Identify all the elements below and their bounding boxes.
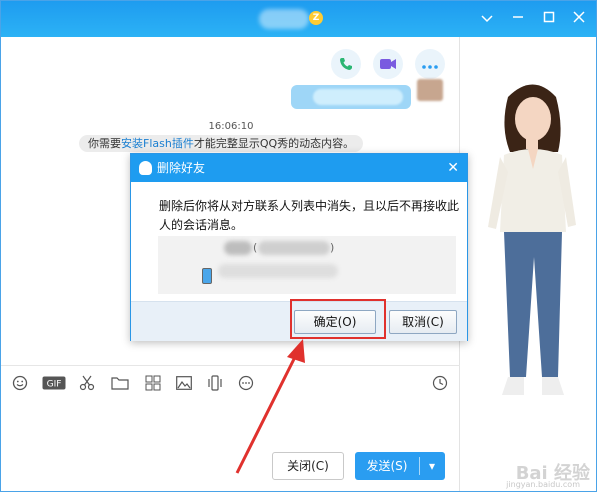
send-label[interactable]: 发送(S) — [355, 452, 419, 480]
shake-window-icon[interactable] — [204, 372, 226, 394]
friend-signature-blurred — [218, 264, 338, 278]
maximize-icon[interactable] — [539, 9, 559, 29]
avatar[interactable] — [417, 79, 443, 101]
paren-open: ( — [253, 241, 258, 254]
vip-badge-icon: Z — [309, 11, 323, 25]
notice-suffix: 才能完整显示QQ秀的动态内容。 — [193, 137, 355, 150]
message-timestamp: 16:06:10 — [208, 121, 254, 132]
dialog-close-icon[interactable]: ✕ — [447, 154, 459, 182]
friend-nickname-blurred — [224, 241, 252, 255]
flash-notice: 你需要安装Flash插件才能完整显示QQ秀的动态内容。 — [79, 135, 364, 152]
qq-show-avatar-figure — [488, 84, 576, 395]
font-style-icon[interactable] — [142, 372, 164, 394]
qq-penguin-icon — [139, 161, 152, 175]
gif-icon[interactable]: GIF — [41, 372, 67, 394]
minimize-icon[interactable] — [508, 9, 528, 29]
more-options-icon[interactable] — [415, 49, 445, 79]
friend-card: ( ) — [158, 236, 456, 294]
paren-close: ) — [330, 241, 335, 254]
annotation-arrow — [235, 339, 305, 474]
sent-message-blurred — [313, 89, 403, 105]
qq-show-sidebar: Bai 经验 jingyan.baidu.com — [460, 37, 596, 491]
chevron-down-icon[interactable] — [477, 9, 497, 29]
svg-text:GIF: GIF — [47, 380, 62, 390]
image-icon[interactable] — [173, 372, 195, 394]
close-icon[interactable] — [569, 9, 589, 29]
dialog-title: 删除好友 — [157, 161, 206, 175]
friend-qq-number-blurred — [258, 241, 330, 255]
cancel-button[interactable]: 取消(C) — [389, 310, 457, 334]
dialog-title-bar: 删除好友 ✕ — [131, 154, 467, 182]
send-button[interactable]: 发送(S) ▾ — [355, 452, 445, 480]
send-options-chevron-icon[interactable]: ▾ — [419, 452, 445, 480]
contact-name-blurred — [259, 9, 309, 29]
watermark-url: jingyan.baidu.com — [506, 480, 580, 489]
history-clock-icon[interactable] — [429, 372, 451, 394]
chat-window: Z 16:06:10 你需要安装Flash插件才能完整显示QQ秀的动态内容。 G… — [0, 0, 597, 492]
screenshot-scissors-icon[interactable] — [76, 372, 98, 394]
emoji-icon[interactable] — [9, 372, 31, 394]
voice-call-icon[interactable] — [331, 49, 361, 79]
dialog-message: 删除后你将从对方联系人列表中消失，且以后不再接收此人的会话消息。 — [159, 199, 460, 232]
notice-prefix: 你需要 — [88, 137, 121, 150]
install-flash-link[interactable]: 安装Flash插件 — [121, 137, 194, 150]
title-bar: Z — [1, 1, 596, 37]
mobile-online-icon — [202, 268, 212, 284]
folder-icon[interactable] — [109, 372, 131, 394]
video-call-icon[interactable] — [373, 49, 403, 79]
